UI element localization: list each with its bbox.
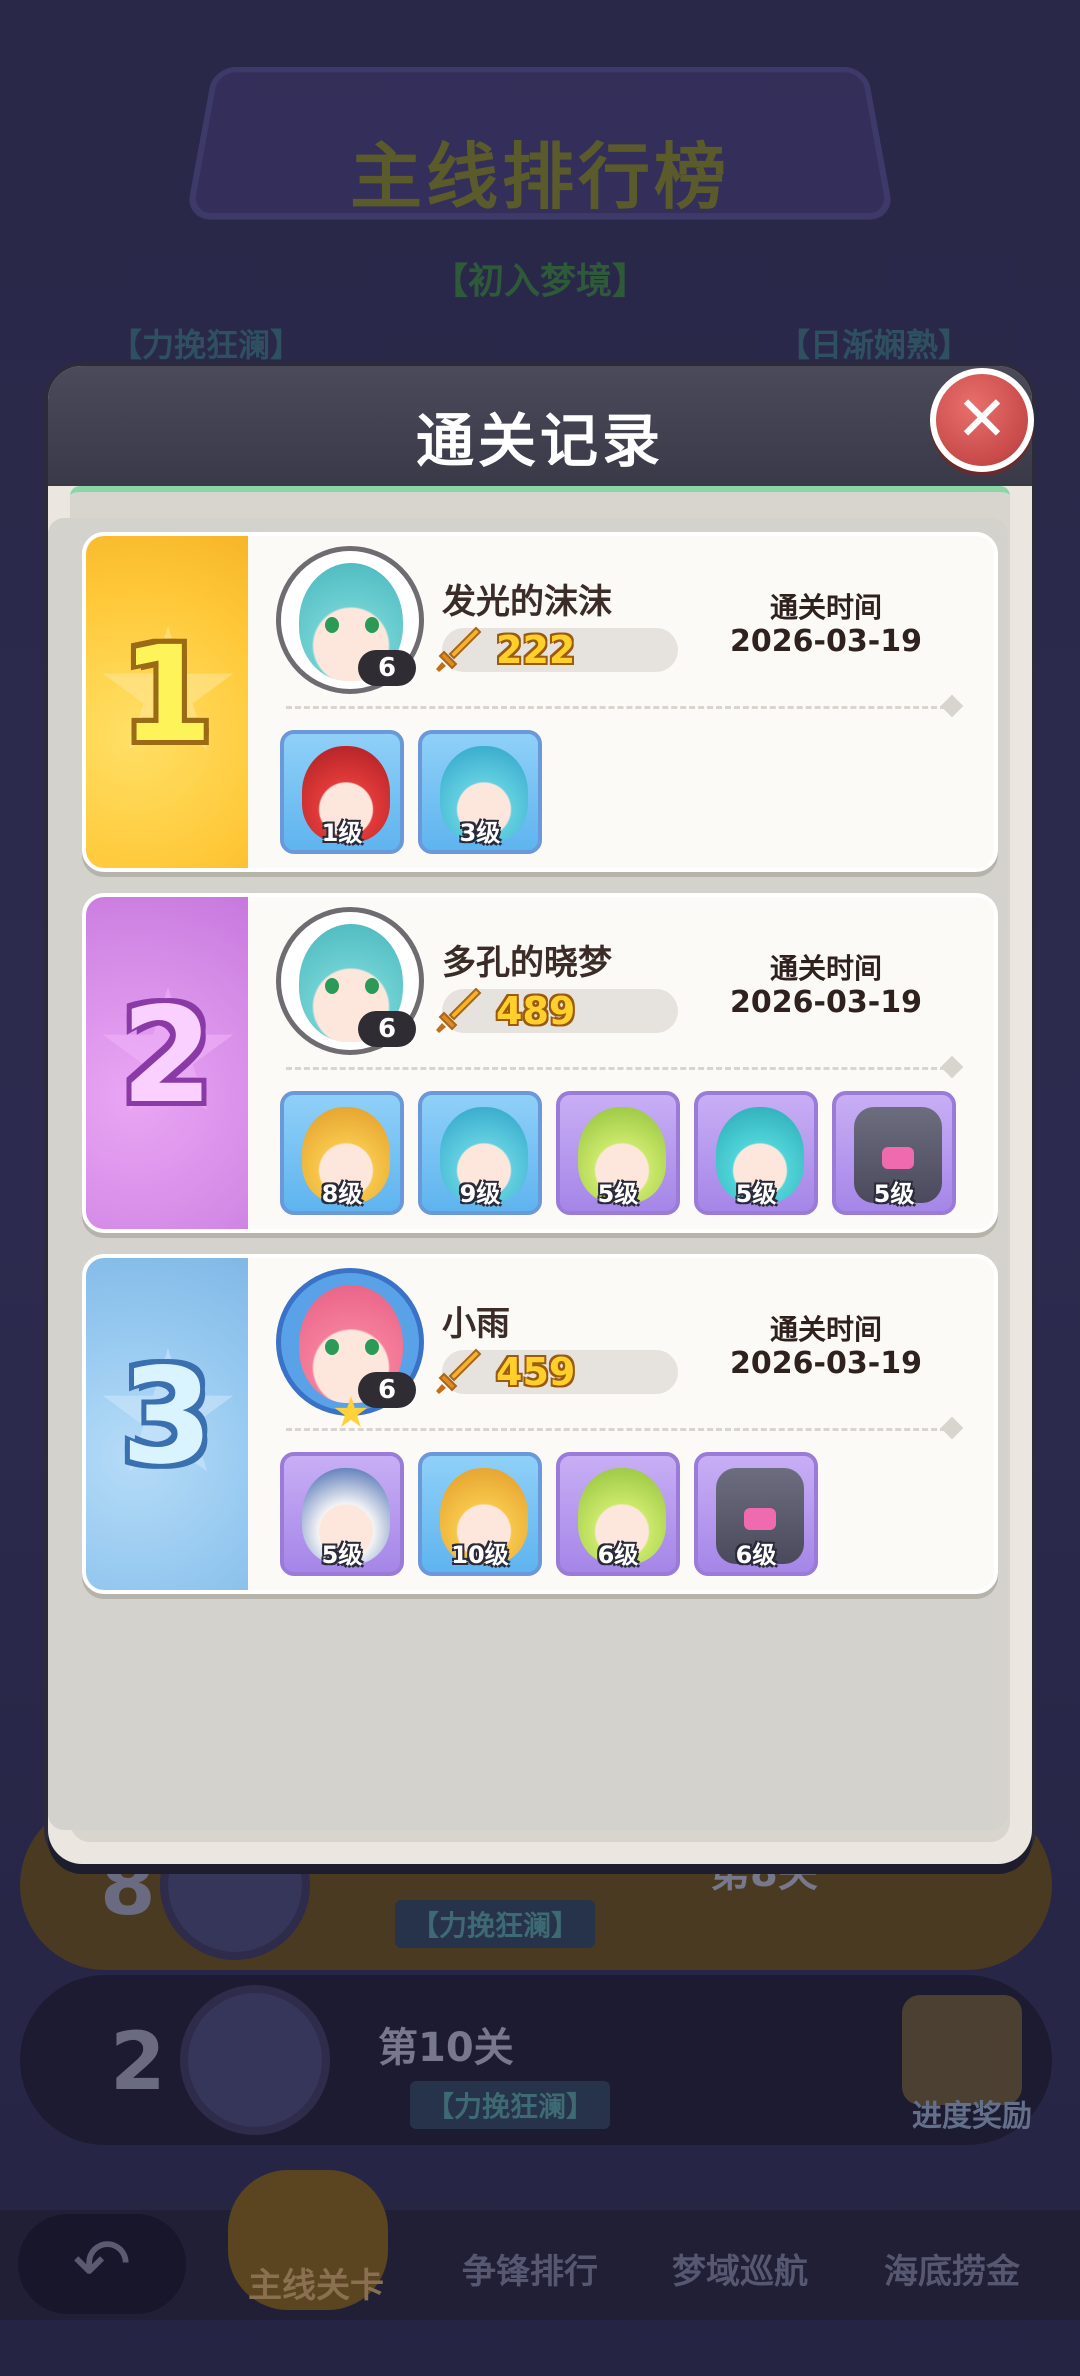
tab-ranking: 争锋排行: [462, 2252, 598, 2292]
rank-number: 3: [121, 1340, 213, 1494]
hero-slot[interactable]: 10级: [418, 1452, 542, 1576]
power-value: 222: [496, 628, 576, 672]
row-chip: 【力挽狂澜】: [410, 2081, 611, 2129]
gift-icon: [902, 1995, 1022, 2105]
hero-lineup: 8级 9级 5级 5级 5级: [280, 1091, 956, 1215]
hero-level: 5级: [873, 1180, 915, 1208]
hero-slot[interactable]: 5级: [694, 1091, 818, 1215]
divider-diamond: [940, 1055, 964, 1079]
divider: [286, 1428, 946, 1431]
hero-slot[interactable]: 5级: [280, 1452, 404, 1576]
leaderboard-title: 主线排行榜: [349, 135, 730, 219]
divider-diamond: [940, 694, 964, 718]
power-value: 459: [496, 1350, 576, 1394]
rank-strip: 2: [86, 897, 248, 1229]
rank-strip: 1: [86, 536, 248, 868]
hero-slot[interactable]: 9级: [418, 1091, 542, 1215]
divider: [286, 1067, 946, 1070]
hero-slot[interactable]: 5级: [556, 1091, 680, 1215]
hero-level: 5级: [735, 1180, 777, 1208]
record-card-3: 3 6 小雨 459 通关时间 2026-03-19 5级 10级 6级 6级: [82, 1254, 998, 1594]
player-name: 多孔的晓梦: [442, 943, 612, 983]
sword-icon: [436, 626, 482, 672]
hero-lineup: 1级 3级: [280, 730, 542, 854]
rank-number: 1: [121, 618, 213, 772]
rank-number: 2: [121, 979, 213, 1133]
record-card-2: 2 6 多孔的晓梦 489 通关时间 2026-03-19 8级 9级 5级 5…: [82, 893, 998, 1233]
row-chip: 【力挽狂澜】: [395, 1900, 596, 1948]
modal-header: 通关记录: [48, 366, 1032, 486]
clear-time-label: 通关时间: [769, 591, 882, 624]
sword-icon: [436, 1348, 482, 1394]
record-card-1: 1 6 发光的沫沫 222 通关时间 2026-03-19 1级 3级: [82, 532, 998, 872]
hero-slot[interactable]: 1级: [280, 730, 404, 854]
back-icon: ↶: [18, 2214, 186, 2314]
bottom-nav: ↶ 主线关卡 争锋排行 梦域巡航 海底捞金: [0, 2170, 1080, 2320]
hero-level: 10级: [451, 1541, 509, 1569]
divider-diamond: [940, 1416, 964, 1440]
close-button[interactable]: ✕: [930, 368, 1034, 472]
hero-slot[interactable]: 6级: [694, 1452, 818, 1576]
hero-level: 5级: [321, 1541, 363, 1569]
player-level-badge: 6: [358, 650, 416, 686]
leaderboard-tag-right: 【日渐娴熟】: [777, 326, 970, 364]
sword-icon: [436, 987, 482, 1033]
leaderboard-subtitle: 【初入梦境】: [431, 261, 648, 302]
hero-level: 6级: [597, 1541, 639, 1569]
clear-date: 2026-03-19: [730, 1346, 922, 1381]
tab-main-stage: 主线关卡: [248, 2266, 384, 2306]
tab-dream-cruise: 梦域巡航: [672, 2252, 808, 2292]
modal-title: 通关记录: [415, 407, 664, 475]
progress-reward-label: 进度奖励: [912, 2099, 1032, 2134]
clear-date: 2026-03-19: [730, 624, 922, 659]
player-level-badge: 6: [358, 1011, 416, 1047]
hero-level: 8级: [321, 1180, 363, 1208]
row-rank: 2: [110, 2015, 166, 2108]
hero-level: 3级: [459, 819, 501, 847]
avatar: [180, 1985, 330, 2135]
leaderboard-tag-left: 【力挽狂澜】: [110, 326, 303, 364]
hero-slot[interactable]: 6级: [556, 1452, 680, 1576]
tab-deep-sea: 海底捞金: [884, 2252, 1020, 2292]
hero-slot[interactable]: 5级: [832, 1091, 956, 1215]
power-value: 489: [496, 989, 576, 1033]
hero-slot[interactable]: 8级: [280, 1091, 404, 1215]
hero-slot[interactable]: 3级: [418, 730, 542, 854]
hero-lineup: 5级 10级 6级 6级: [280, 1452, 818, 1576]
leaderboard-row: 2 第10关 【力挽狂澜】 进度奖励: [20, 1975, 1052, 2145]
clear-date: 2026-03-19: [730, 985, 922, 1020]
row-stage: 第10关: [378, 2025, 514, 2071]
hero-level: 5级: [597, 1180, 639, 1208]
clear-time-label: 通关时间: [769, 1313, 882, 1346]
player-level-badge: 6: [358, 1372, 416, 1408]
hero-level: 1级: [321, 819, 363, 847]
player-name: 小雨: [442, 1304, 510, 1344]
divider: [286, 706, 946, 709]
hero-level: 6级: [735, 1541, 777, 1569]
hero-level: 9级: [459, 1180, 501, 1208]
clear-time-label: 通关时间: [769, 952, 882, 985]
rank-strip: 3: [86, 1258, 248, 1590]
player-name: 发光的沫沫: [442, 582, 612, 622]
